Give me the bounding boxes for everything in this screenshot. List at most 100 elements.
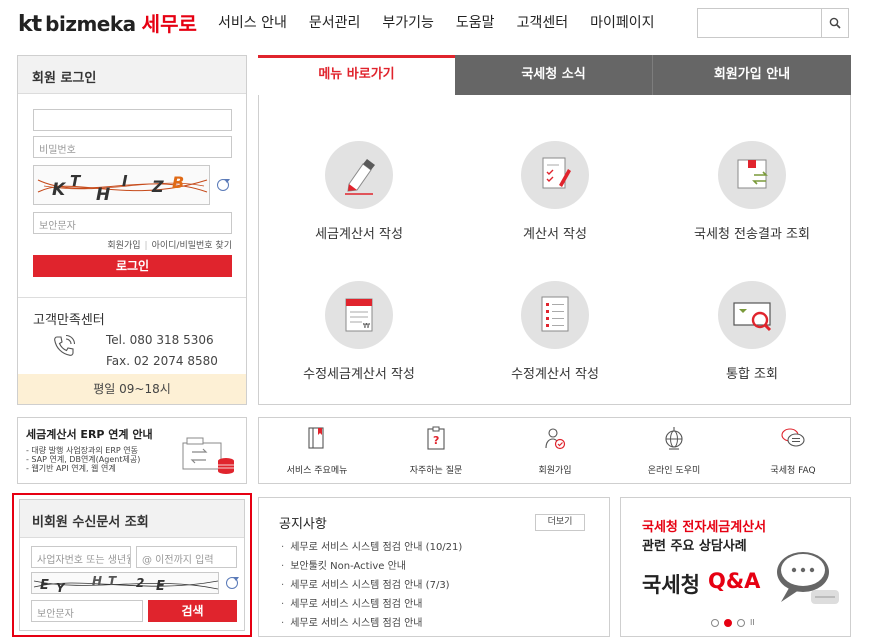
question-clipboard-icon: ? xyxy=(427,426,445,450)
non-member-captcha-image: E Y H T 2 E xyxy=(31,572,219,594)
svg-text:I: I xyxy=(122,172,128,190)
quick-signup[interactable]: 회원가입 xyxy=(500,418,610,483)
tile-integrated-lookup[interactable]: 통합 조회 xyxy=(662,281,842,382)
tab-signup-guide[interactable]: 회원가입 안내 xyxy=(653,55,851,95)
notice-panel: 공지사항 더보기 세무로 서비스 시스템 점검 안내 (10/21) 보안툴킷 … xyxy=(258,497,610,637)
logo-kt: kt xyxy=(18,12,42,37)
search-box xyxy=(697,8,849,38)
menu-tab-panel: 메뉴 바로가기 국세청 소식 회원가입 안내 세금계산서 작성 계산서 작성 국… xyxy=(258,55,851,405)
tile-nts-result-lookup[interactable]: 국세청 전송결과 조회 xyxy=(662,141,842,242)
banner-line2: 관련 주요 상담사례 xyxy=(642,539,747,554)
erp-line: - 웹기반 API 연계, 웹 연계 xyxy=(26,464,116,473)
edit-invoice-icon xyxy=(521,281,589,349)
quick-label: 회원가입 xyxy=(538,466,572,476)
customer-center-title: 고객만족센터 xyxy=(33,313,105,328)
search-icon xyxy=(829,17,841,29)
captcha-refresh-icon[interactable] xyxy=(217,179,230,191)
nav-service-guide[interactable]: 서비스 안내 xyxy=(218,12,287,32)
svg-text:T: T xyxy=(108,574,117,588)
email-prefix-field[interactable]: @ 이전까지 입력 xyxy=(136,546,237,568)
banner-dot-3[interactable] xyxy=(737,619,745,627)
non-member-captcha-field[interactable]: 보안문자 xyxy=(31,600,143,622)
customer-center-hours: 평일 09~18시 xyxy=(18,374,246,404)
tile-label: 국세청 전송결과 조회 xyxy=(694,227,810,242)
non-member-search-button[interactable]: 검색 xyxy=(148,600,237,622)
banner-line1: 국세청 전자세금계산서 xyxy=(642,520,767,535)
search-button[interactable] xyxy=(821,9,848,37)
book-icon xyxy=(308,427,324,449)
nav-extra-features[interactable]: 부가기능 xyxy=(382,12,434,32)
quick-nts-faq[interactable]: 국세청 FAQ xyxy=(738,418,848,483)
main-nav: 서비스 안내 문서관리 부가기능 도움말 고객센터 마이페이지 xyxy=(218,12,677,32)
login-title: 회원 로그인 xyxy=(18,56,246,94)
erp-title: 세금계산서 ERP 연계 안내 xyxy=(26,428,153,441)
nav-my-page[interactable]: 마이페이지 xyxy=(590,12,654,32)
non-member-title: 비회원 수신문서 조회 xyxy=(20,500,244,538)
qa-banner[interactable]: 국세청 전자세금계산서 관련 주요 상담사례 국세청 Q&A II xyxy=(620,497,851,637)
phone-icon xyxy=(54,334,76,356)
customer-center-tel: Tel. 080 318 5306 xyxy=(106,333,214,347)
document-pen-icon xyxy=(521,141,589,209)
nav-customer-center[interactable]: 고객센터 xyxy=(517,12,569,32)
notice-list: 세무로 서비스 시스템 점검 안내 (10/21) 보안툴킷 Non-Activ… xyxy=(281,538,462,633)
quick-faq[interactable]: ? 자주하는 질문 xyxy=(381,418,491,483)
customer-center-fax: Fax. 02 2074 8580 xyxy=(106,354,218,368)
non-member-captcha-refresh-icon[interactable] xyxy=(226,577,239,589)
tile-invoice-write[interactable]: 계산서 작성 xyxy=(465,141,645,242)
banner-qa-label: 국세청 xyxy=(642,573,700,597)
svg-text:E: E xyxy=(156,579,165,594)
banner-dot-2[interactable] xyxy=(724,619,732,627)
logo-service-name: 세무로 xyxy=(141,12,197,36)
quick-label: 국세청 FAQ xyxy=(770,466,816,476)
login-links: 회원가입 | 아이디/비밀번호 찾기 xyxy=(107,241,232,251)
svg-text:Z: Z xyxy=(151,177,164,196)
quick-menu: 서비스 주요메뉴 ? 자주하는 질문 회원가입 온라인 도우미 국세청 FAQ xyxy=(258,417,851,484)
header: kt bizmeka 세무로 서비스 안내 문서관리 부가기능 도움말 고객센터… xyxy=(0,0,870,46)
notice-item[interactable]: 세무로 서비스 시스템 점검 안내 xyxy=(281,595,462,614)
speech-bubble-icon xyxy=(777,552,839,604)
magnifier-icon xyxy=(718,281,786,349)
user-check-icon xyxy=(545,428,566,450)
notice-item[interactable]: 세무로 서비스 시스템 점검 안내 (7/3) xyxy=(281,576,462,595)
id-field[interactable] xyxy=(33,109,232,131)
notice-item[interactable]: 세무로 서비스 시스템 점검 안내 (10/21) xyxy=(281,538,462,557)
tile-label: 세금계산서 작성 xyxy=(315,227,403,242)
login-captcha-field[interactable]: 보안문자 xyxy=(33,212,232,234)
notice-more-button[interactable]: 더보기 xyxy=(535,514,585,531)
nav-help[interactable]: 도움말 xyxy=(456,12,495,32)
logo[interactable]: kt bizmeka 세무로 xyxy=(18,8,197,37)
password-field[interactable]: 비밀번호 xyxy=(33,136,232,158)
tile-tax-invoice-write[interactable]: 세금계산서 작성 xyxy=(269,141,449,242)
signup-link[interactable]: 회원가입 xyxy=(107,241,140,251)
quick-label: 서비스 주요메뉴 xyxy=(286,466,348,476)
svg-text:H: H xyxy=(92,574,102,588)
nav-document-management[interactable]: 문서관리 xyxy=(309,12,361,32)
chat-bubble-icon xyxy=(781,428,805,447)
notice-item[interactable]: 세무로 서비스 시스템 점검 안내 xyxy=(281,614,462,633)
notice-item[interactable]: 보안툴킷 Non-Active 안내 xyxy=(281,557,462,576)
non-member-lookup: 비회원 수신문서 조회 사업자번호 또는 생년월일 @ 이전까지 입력 E Y … xyxy=(19,499,245,631)
tile-label: 수정세금계산서 작성 xyxy=(303,367,415,382)
svg-text:K: K xyxy=(52,180,67,200)
find-account-link[interactable]: 아이디/비밀번호 찾기 xyxy=(152,241,232,251)
tab-nts-news[interactable]: 국세청 소식 xyxy=(455,55,653,95)
globe-icon xyxy=(665,427,683,450)
login-button[interactable]: 로그인 xyxy=(33,255,232,277)
quick-online-helper[interactable]: 온라인 도우미 xyxy=(619,418,729,483)
erp-line: - 대량 발행 사업장과의 ERP 연동 xyxy=(26,446,138,455)
svg-text:Y: Y xyxy=(56,581,66,594)
banner-pause-button[interactable]: II xyxy=(750,619,755,627)
banner-dot-1[interactable] xyxy=(711,619,719,627)
search-input[interactable] xyxy=(698,9,822,37)
tile-modified-tax-invoice-write[interactable]: ₩ 수정세금계산서 작성 xyxy=(269,281,449,382)
erp-banner[interactable]: 세금계산서 ERP 연계 안내 - 대량 발행 사업장과의 ERP 연동 - S… xyxy=(17,417,247,484)
quick-label: 온라인 도우미 xyxy=(647,466,701,476)
quick-service-menu[interactable]: 서비스 주요메뉴 xyxy=(262,418,372,483)
tile-label: 통합 조회 xyxy=(726,367,778,382)
quick-label: 자주하는 질문 xyxy=(409,466,463,476)
logo-bizmeka: bizmeka xyxy=(45,12,136,36)
tab-menu-shortcut[interactable]: 메뉴 바로가기 xyxy=(258,55,455,95)
tab-bar: 메뉴 바로가기 국세청 소식 회원가입 안내 xyxy=(258,55,851,95)
tile-modified-invoice-write[interactable]: 수정계산서 작성 xyxy=(465,281,645,382)
business-number-field[interactable]: 사업자번호 또는 생년월일 xyxy=(31,546,131,568)
